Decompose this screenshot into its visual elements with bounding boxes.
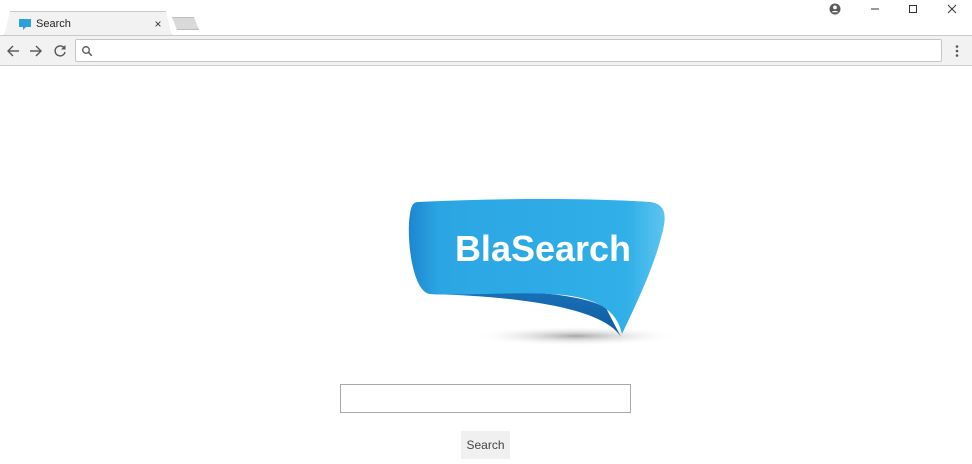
minimize-icon[interactable] (857, 0, 893, 18)
browser-title-bar: Search × (0, 0, 972, 37)
new-tab-button[interactable] (172, 17, 199, 30)
address-input[interactable] (98, 42, 936, 59)
tab-close-icon[interactable]: × (151, 15, 165, 33)
reload-icon[interactable] (50, 41, 70, 61)
tab-search[interactable]: Search × (4, 11, 172, 37)
profile-icon[interactable] (817, 0, 853, 18)
speech-bubble-icon (19, 19, 31, 30)
back-arrow-icon[interactable] (3, 41, 23, 61)
logo-text: BlaSearch (455, 228, 631, 269)
address-bar[interactable] (75, 39, 942, 62)
search-icon (82, 46, 93, 57)
search-input[interactable] (340, 384, 631, 413)
browser-toolbar (0, 35, 972, 66)
forward-arrow-icon[interactable] (26, 41, 46, 61)
search-button[interactable]: Search (461, 431, 510, 459)
more-vert-icon[interactable] (948, 41, 966, 61)
close-icon[interactable] (934, 0, 970, 18)
blasearch-logo: BlaSearch (400, 196, 678, 350)
tab-title: Search (36, 18, 71, 30)
maximize-icon[interactable] (895, 0, 931, 18)
